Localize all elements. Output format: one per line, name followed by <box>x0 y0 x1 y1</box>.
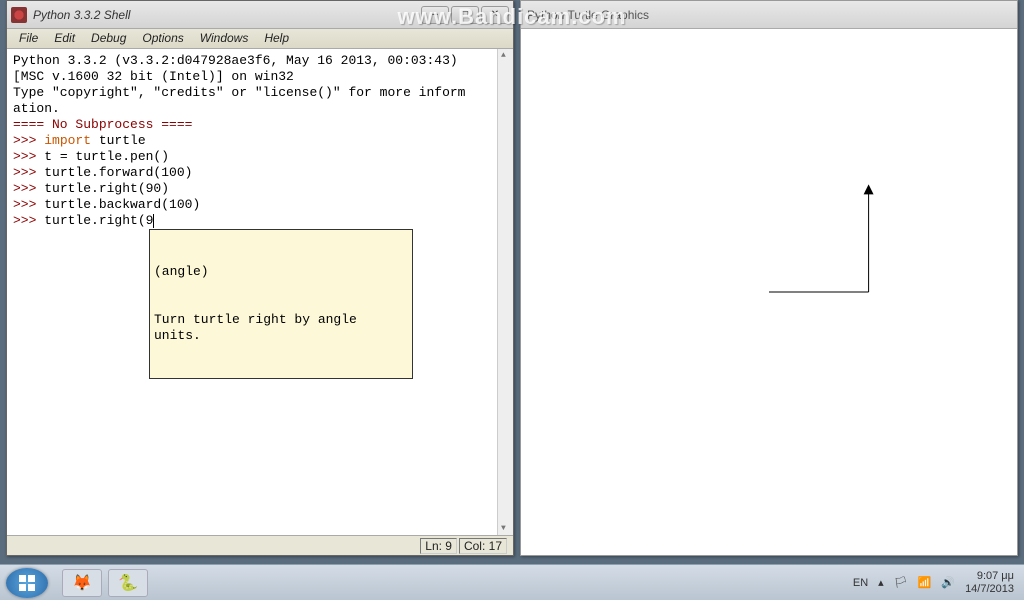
code: t = turtle.pen() <box>44 149 169 164</box>
network-icon[interactable]: 📶 <box>918 576 932 589</box>
taskbar-firefox[interactable]: 🦊 <box>62 569 102 597</box>
shell-editor[interactable]: Python 3.3.2 (v3.3.2:d047928ae3f6, May 1… <box>7 49 497 535</box>
turtle-titlebar[interactable]: Python Turtle Graphics <box>521 1 1017 29</box>
status-line: Ln: 9 <box>420 538 457 554</box>
idle-shell-window: Python 3.3.2 Shell – □ ✕ File Edit Debug… <box>6 0 514 556</box>
prompt: >>> <box>13 181 36 196</box>
menu-file[interactable]: File <box>11 29 46 48</box>
banner-line: ation. <box>13 101 60 116</box>
tray-chevron-icon[interactable]: ▴ <box>878 576 884 589</box>
prompt: >>> <box>13 149 36 164</box>
clock-date: 14/7/2013 <box>965 583 1014 596</box>
taskbar-idle[interactable]: 🐍 <box>108 569 148 597</box>
taskbar-clock[interactable]: 9:07 μμ 14/7/2013 <box>965 570 1018 596</box>
start-button[interactable] <box>6 568 48 598</box>
text-cursor <box>153 214 154 228</box>
shell-title: Python 3.3.2 Shell <box>33 8 415 22</box>
editor-wrap: Python 3.3.2 (v3.3.2:d047928ae3f6, May 1… <box>7 49 513 535</box>
turtle-graphics-window: Python Turtle Graphics <box>520 0 1018 556</box>
code: turtle.backward(100) <box>44 197 200 212</box>
window-controls: – □ ✕ <box>421 6 509 24</box>
shell-statusbar: Ln: 9 Col: 17 <box>7 535 513 555</box>
clock-time: 9:07 μμ <box>965 570 1014 583</box>
menu-options[interactable]: Options <box>134 29 191 48</box>
menu-windows[interactable]: Windows <box>192 29 257 48</box>
prompt: >>> <box>13 213 36 228</box>
menu-help[interactable]: Help <box>256 29 297 48</box>
shell-menubar: File Edit Debug Options Windows Help <box>7 29 513 49</box>
status-column: Col: 17 <box>459 538 507 554</box>
action-center-icon[interactable]: 🏳 <box>894 576 908 589</box>
python-icon <box>11 7 27 23</box>
keyword: import <box>44 133 91 148</box>
taskbar-items: 🦊 🐍 <box>62 569 148 597</box>
minimize-button[interactable]: – <box>421 6 449 24</box>
prompt: >>> <box>13 133 36 148</box>
code: turtle.right(9 <box>44 213 153 228</box>
vertical-scrollbar[interactable] <box>497 49 513 535</box>
turtle-cursor-icon <box>864 184 874 194</box>
code: turtle <box>91 133 146 148</box>
prompt: >>> <box>13 197 36 212</box>
turtle-canvas <box>521 29 1017 555</box>
windows-logo-icon <box>18 574 36 592</box>
turtle-title: Python Turtle Graphics <box>527 8 649 22</box>
shell-titlebar[interactable]: Python 3.3.2 Shell – □ ✕ <box>7 1 513 29</box>
windows-taskbar: 🦊 🐍 EN ▴ 🏳 📶 🔊 9:07 μμ 14/7/2013 <box>0 564 1024 600</box>
turtle-drawing <box>521 29 1017 555</box>
banner-line: Type "copyright", "credits" or "license(… <box>13 85 465 100</box>
language-indicator[interactable]: EN <box>853 577 868 589</box>
separator-line: ==== No Subprocess ==== <box>13 117 192 132</box>
system-tray: EN ▴ 🏳 📶 🔊 9:07 μμ 14/7/2013 <box>853 570 1018 596</box>
menu-edit[interactable]: Edit <box>46 29 83 48</box>
volume-icon[interactable]: 🔊 <box>941 576 955 589</box>
calltip-description: Turn turtle right by angle units. <box>154 312 408 344</box>
code: turtle.right(90) <box>44 181 169 196</box>
banner-line: Python 3.3.2 (v3.3.2:d047928ae3f6, May 1… <box>13 53 458 68</box>
menu-debug[interactable]: Debug <box>83 29 134 48</box>
close-button[interactable]: ✕ <box>481 6 509 24</box>
calltip-tooltip: (angle) Turn turtle right by angle units… <box>149 229 413 379</box>
maximize-button[interactable]: □ <box>451 6 479 24</box>
banner-line: [MSC v.1600 32 bit (Intel)] on win32 <box>13 69 294 84</box>
calltip-signature: (angle) <box>154 264 408 280</box>
code: turtle.forward(100) <box>44 165 192 180</box>
prompt: >>> <box>13 165 36 180</box>
